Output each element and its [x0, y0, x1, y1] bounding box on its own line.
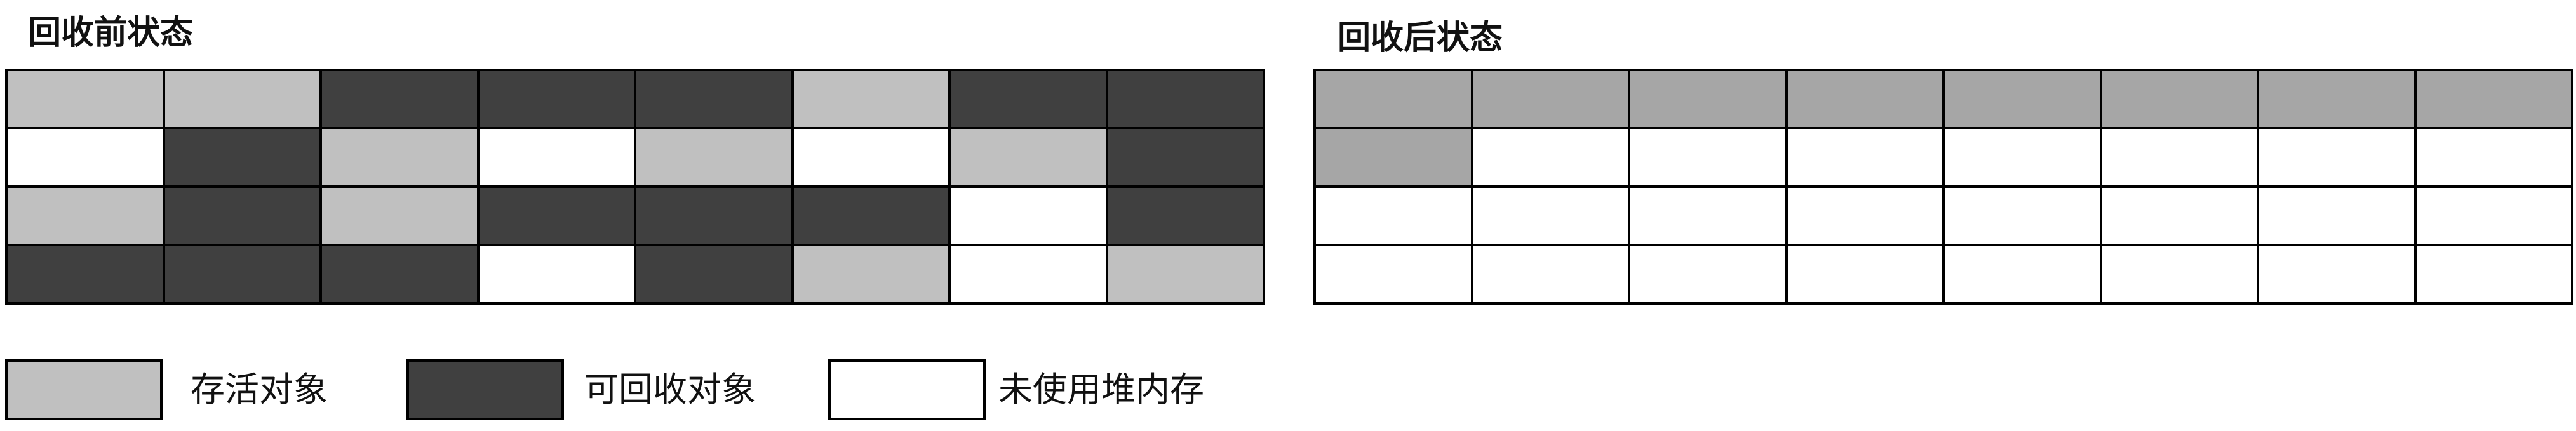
legend-reclaimable-label: 可回收对象: [584, 369, 756, 409]
before-cell-live: [8, 188, 165, 246]
after-cell-free: [2416, 246, 2573, 305]
after-cell-free: [1945, 246, 2102, 305]
before-cell-live: [793, 246, 951, 305]
after-cell-compacted: [1787, 71, 1945, 129]
after-cell-free: [1473, 246, 1630, 305]
before-cell-reclaimable: [479, 188, 636, 246]
after-cell-free: [1630, 129, 1788, 188]
after-cell-free: [1945, 188, 2102, 246]
legend-reclaimable-swatch: [406, 359, 564, 420]
before-cell-reclaimable: [322, 246, 480, 305]
before-cell-reclaimable: [636, 71, 794, 129]
before-cell-reclaimable: [322, 71, 480, 129]
after-gc-heap-grid: [1313, 69, 2573, 305]
before-cell-free: [951, 188, 1108, 246]
after-cell-free: [2416, 188, 2573, 246]
before-cell-live: [8, 71, 165, 129]
before-cell-free: [793, 129, 951, 188]
before-cell-live: [793, 71, 951, 129]
before-cell-reclaimable: [164, 246, 322, 305]
after-cell-free: [2102, 246, 2259, 305]
legend-free-label: 未使用堆内存: [998, 369, 1204, 409]
before-cell-reclaimable: [1108, 129, 1265, 188]
after-cell-free: [1787, 246, 1945, 305]
after-cell-compacted: [2259, 71, 2417, 129]
before-cell-reclaimable: [951, 71, 1108, 129]
before-cell-free: [479, 246, 636, 305]
before-cell-free: [951, 246, 1108, 305]
after-cell-free: [2102, 129, 2259, 188]
before-cell-reclaimable: [8, 246, 165, 305]
before-gc-title: 回收前状态: [28, 14, 194, 52]
before-cell-free: [8, 129, 165, 188]
legend-live-label: 存活对象: [191, 369, 328, 409]
after-cell-free: [2259, 188, 2417, 246]
before-cell-reclaimable: [636, 246, 794, 305]
before-cell-reclaimable: [1108, 188, 1265, 246]
before-cell-live: [636, 129, 794, 188]
before-cell-free: [479, 129, 636, 188]
legend-live-swatch: [5, 359, 163, 420]
before-cell-reclaimable: [1108, 71, 1265, 129]
legend-free-swatch: [828, 359, 986, 420]
before-cell-live: [322, 129, 480, 188]
after-gc-title: 回收后状态: [1338, 19, 1503, 57]
after-cell-free: [2259, 129, 2417, 188]
after-cell-free: [1473, 188, 1630, 246]
after-cell-compacted: [1945, 71, 2102, 129]
after-cell-free: [1316, 246, 1473, 305]
after-cell-free: [1316, 188, 1473, 246]
before-cell-reclaimable: [636, 188, 794, 246]
before-cell-reclaimable: [164, 188, 322, 246]
after-cell-compacted: [1473, 71, 1630, 129]
after-cell-free: [2259, 246, 2417, 305]
after-cell-free: [1787, 129, 1945, 188]
after-cell-free: [1630, 246, 1788, 305]
after-cell-free: [1630, 188, 1788, 246]
before-cell-live: [322, 188, 480, 246]
before-cell-live: [164, 71, 322, 129]
before-gc-heap-grid: [5, 69, 1265, 305]
before-cell-reclaimable: [164, 129, 322, 188]
after-cell-compacted: [2102, 71, 2259, 129]
after-cell-compacted: [1316, 129, 1473, 188]
after-cell-free: [1473, 129, 1630, 188]
after-cell-free: [2102, 188, 2259, 246]
before-cell-reclaimable: [793, 188, 951, 246]
after-cell-compacted: [1630, 71, 1788, 129]
after-cell-free: [1787, 188, 1945, 246]
before-cell-live: [1108, 246, 1265, 305]
after-cell-free: [2416, 129, 2573, 188]
after-cell-compacted: [1316, 71, 1473, 129]
after-cell-free: [1945, 129, 2102, 188]
after-cell-compacted: [2416, 71, 2573, 129]
before-cell-live: [951, 129, 1108, 188]
before-cell-reclaimable: [479, 71, 636, 129]
